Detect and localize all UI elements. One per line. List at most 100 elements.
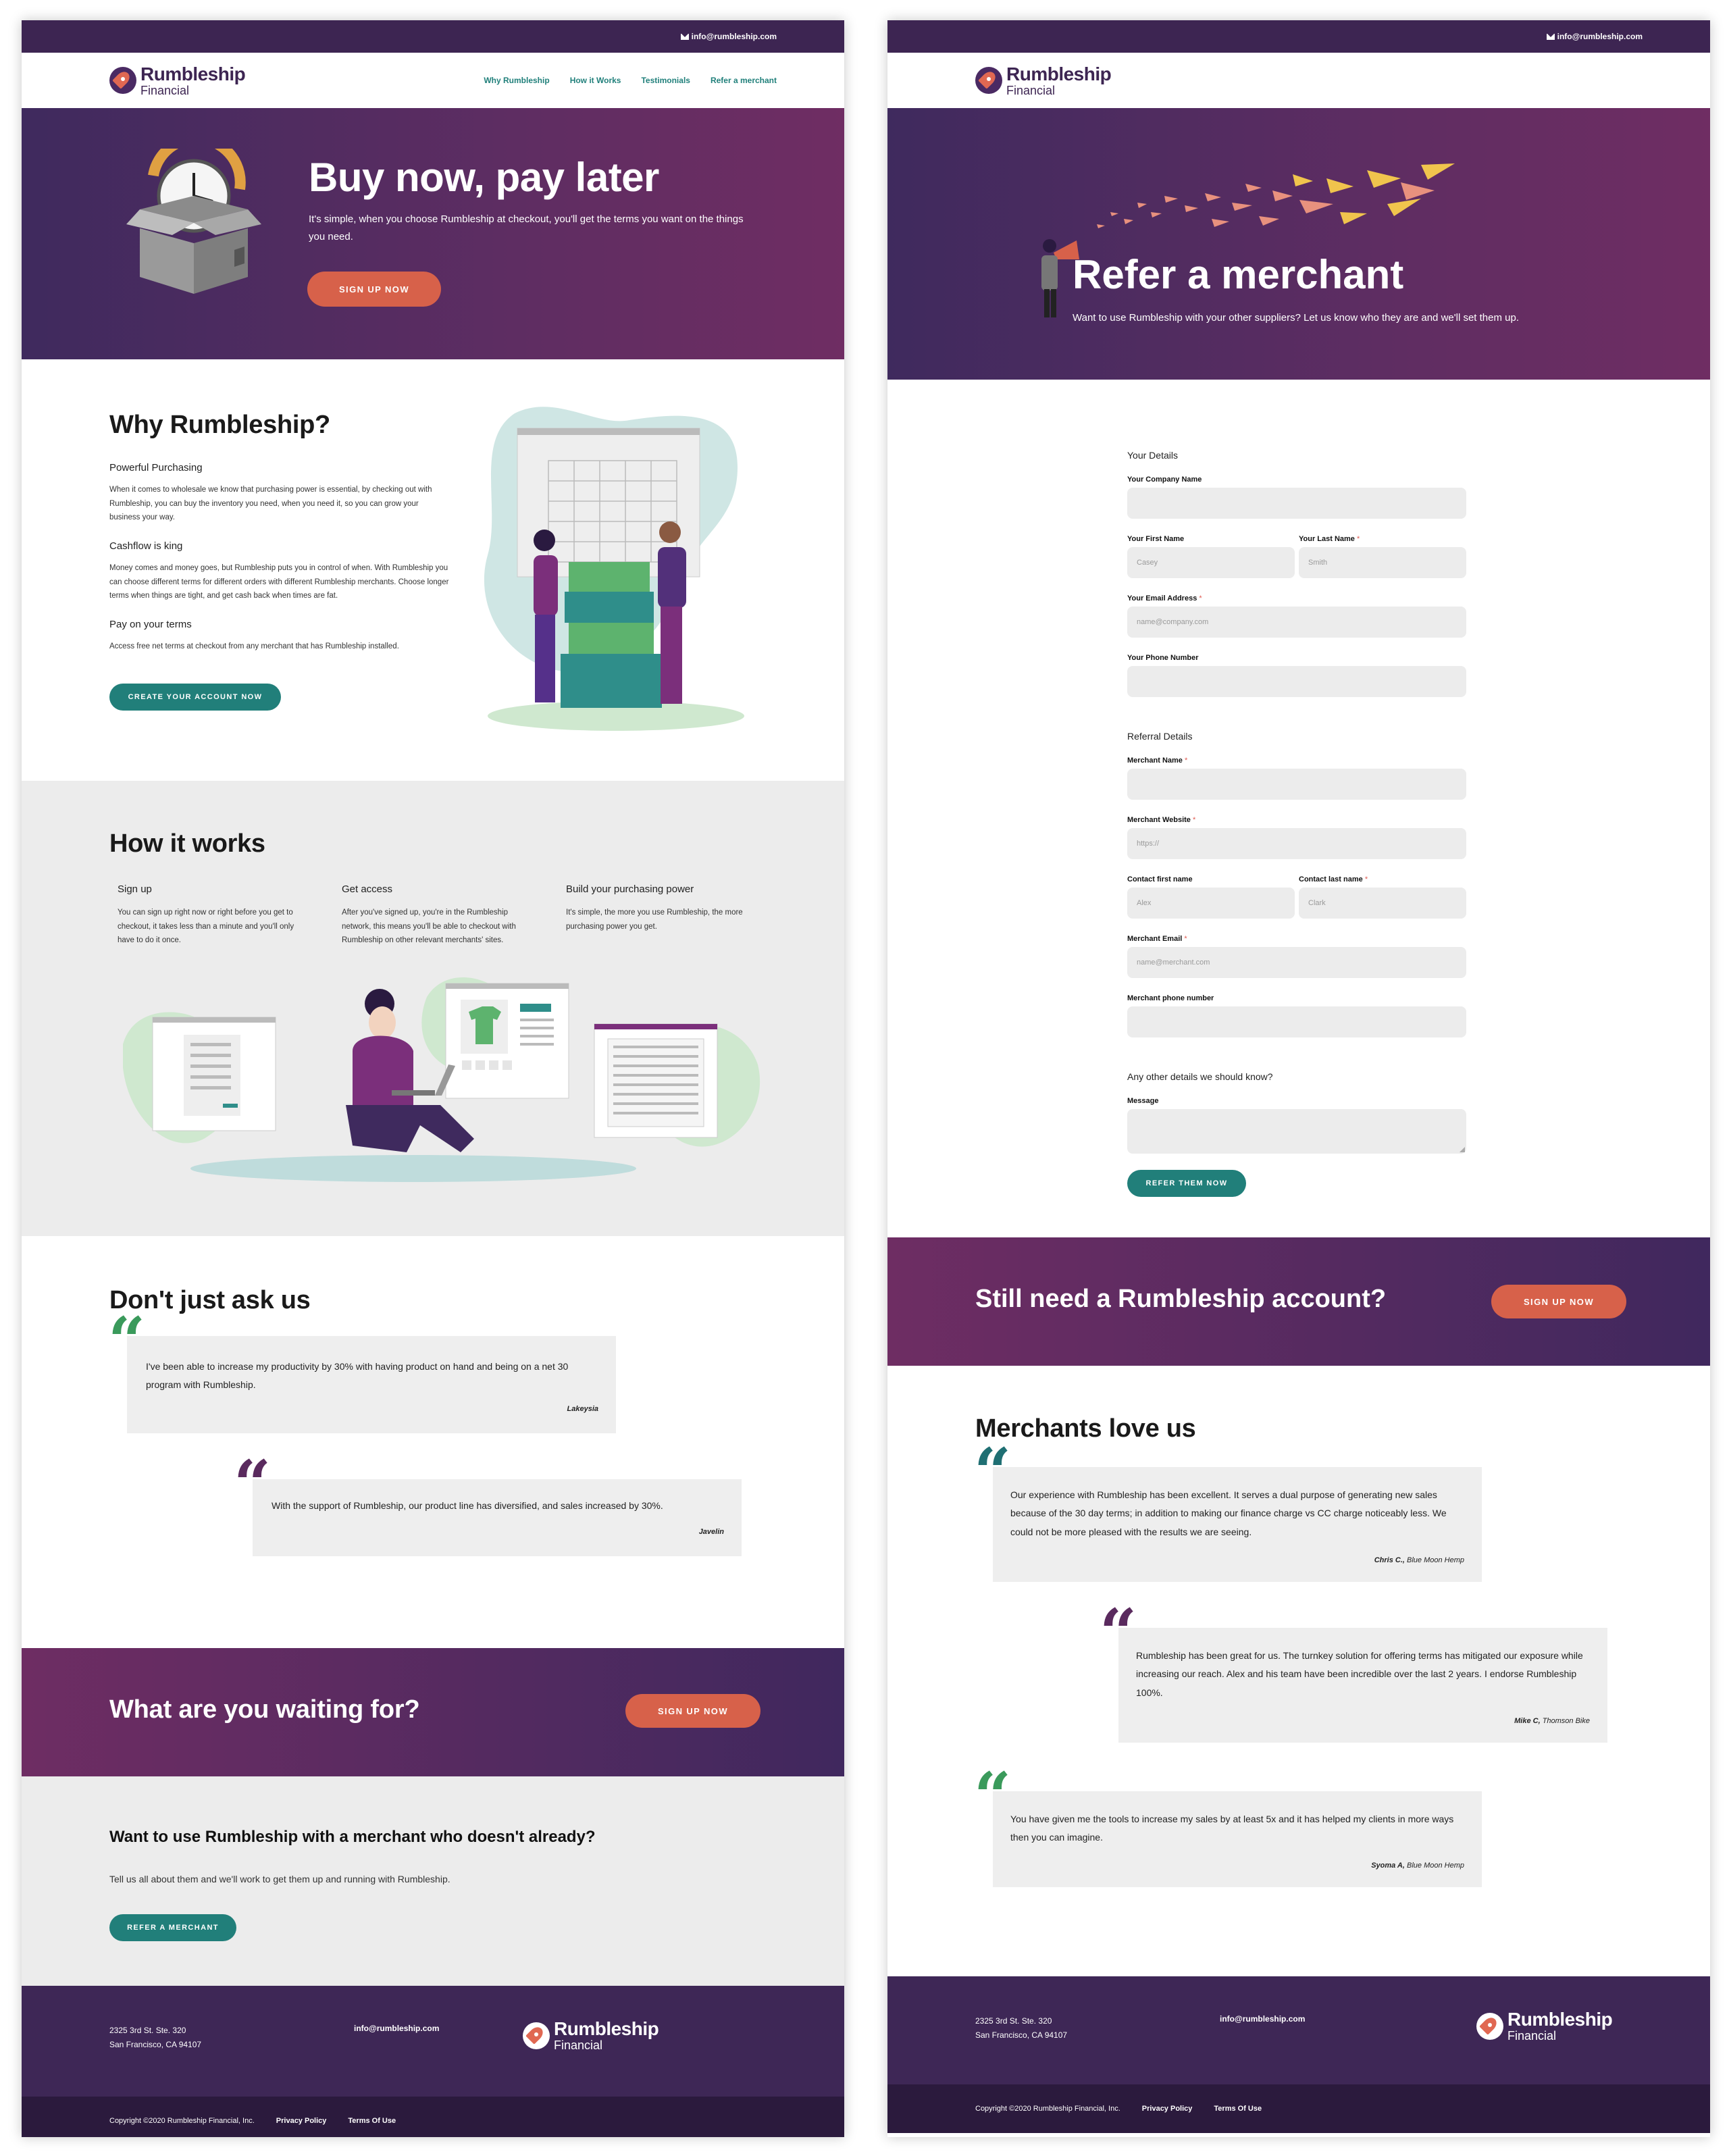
testimonial-author: Javelin	[698, 1528, 724, 1536]
rocket-logo-icon	[975, 67, 1002, 94]
footer-address-line: San Francisco, CA 94107	[109, 2040, 202, 2049]
still-signup-button[interactable]: SIGN UP NOW	[1491, 1285, 1626, 1318]
brand-sub: Financial	[140, 83, 190, 97]
footer-email-link[interactable]: info@rumbleship.com	[354, 2024, 439, 2033]
nav-why[interactable]: Why Rumbleship	[484, 76, 549, 85]
email-input[interactable]: name@company.com	[1127, 607, 1466, 638]
waiting-signup-button[interactable]: SIGN UP NOW	[625, 1694, 760, 1728]
top-bar: info@rumbleship.com	[22, 20, 844, 53]
merchant-testimonial-text: Our experience with Rumbleship has been …	[1010, 1489, 1447, 1537]
clock-box-illustration	[126, 149, 261, 294]
hero-signup-button[interactable]: SIGN UP NOW	[307, 272, 441, 307]
rocket-logo-icon	[109, 67, 136, 94]
nav-refer[interactable]: Refer a merchant	[711, 76, 777, 85]
brand-sub: Financial	[554, 2038, 603, 2052]
merchant-testimonial-card: “ You have given me the tools to increas…	[974, 1764, 1482, 1887]
merchant-name-input[interactable]	[1127, 769, 1466, 800]
brand-name: Rumbleship	[1507, 2009, 1613, 2030]
contact-last-input[interactable]: Clark	[1299, 888, 1466, 919]
legal-bar: Copyright ©2020 Rumbleship Financial, In…	[887, 2084, 1710, 2133]
privacy-link[interactable]: Privacy Policy	[276, 2117, 327, 2125]
merchant-phone-label: Merchant phone number	[1127, 994, 1214, 1002]
brand-sub: Financial	[1507, 2029, 1557, 2043]
hero-title: Buy now, pay later	[309, 155, 659, 200]
refer-them-button[interactable]: REFER THEM NOW	[1127, 1170, 1246, 1197]
brand-name: Rumbleship	[140, 63, 246, 84]
merchant-testimonial-card: “ Rumbleship has been great for us. The …	[1100, 1601, 1607, 1743]
other-details-heading: Any other details we should know?	[1127, 1071, 1273, 1082]
merchant-phone-input[interactable]	[1127, 1006, 1466, 1037]
testimonial-card: “ I've been able to increase my producti…	[108, 1309, 616, 1433]
privacy-link[interactable]: Privacy Policy	[1142, 2105, 1193, 2113]
last-name-input[interactable]: Smith	[1299, 547, 1466, 578]
main-nav: Rumbleship Financial Why Rumbleship How …	[22, 53, 844, 108]
quote-icon: “	[974, 1434, 1012, 1510]
how-step-text: After you've signed up, you're in the Ru…	[342, 908, 516, 945]
brand-logo[interactable]: Rumbleship Financial	[109, 63, 246, 97]
nav-how[interactable]: How it Works	[570, 76, 621, 85]
footer-address: 2325 3rd St. Ste. 320 San Francisco, CA …	[975, 2014, 1067, 2043]
why-item-text: When it comes to wholesale we know that …	[109, 486, 432, 522]
terms-link[interactable]: Terms Of Use	[1214, 2105, 1262, 2113]
copyright: Copyright ©2020 Rumbleship Financial, In…	[109, 2117, 255, 2125]
brand-logo[interactable]: Rumbleship Financial	[975, 64, 1112, 97]
refer-prompt-title: Want to use Rumbleship with a merchant w…	[109, 1828, 596, 1846]
company-label: Your Company Name	[1127, 476, 1202, 484]
how-section: How it works Sign up You can sign up rig…	[22, 781, 844, 1236]
why-item: Pay on your terms Access free net terms …	[109, 619, 450, 654]
copyright: Copyright ©2020 Rumbleship Financial, In…	[975, 2105, 1120, 2113]
merchant-website-input[interactable]: https://	[1127, 828, 1466, 859]
footer-address-line: 2325 3rd St. Ste. 320	[109, 2026, 186, 2035]
merchant-email-input[interactable]: name@merchant.com	[1127, 947, 1466, 978]
merchant-testimonial-text: You have given me the tools to increase …	[1010, 1814, 1454, 1843]
testimonial-author: Lakeysia	[567, 1405, 598, 1413]
your-details-heading: Your Details	[1127, 450, 1178, 461]
merchant-testimonial-card: “ Our experience with Rumbleship has bee…	[974, 1440, 1482, 1582]
footer-logo[interactable]: Rumbleship Financial	[1476, 2009, 1613, 2043]
why-title: Why Rumbleship?	[109, 411, 330, 439]
why-section: Why Rumbleship? Powerful Purchasing When…	[22, 359, 844, 781]
quote-icon: “	[974, 1758, 1012, 1834]
why-item-text: Access free net terms at checkout from a…	[109, 642, 399, 650]
how-step-text: It's simple, the more you use Rumbleship…	[566, 908, 743, 931]
top-bar: info@rumbleship.com	[887, 20, 1710, 53]
company-name-input[interactable]	[1127, 488, 1466, 519]
nav-testimonials[interactable]: Testimonials	[641, 76, 690, 85]
envelope-icon	[680, 33, 689, 40]
refer-subtitle: Want to use Rumbleship with your other s…	[1073, 312, 1519, 324]
how-step: Sign up You can sign up right now or rig…	[118, 883, 307, 948]
merchant-testimonial-text: Rumbleship has been great for us. The tu…	[1136, 1650, 1583, 1698]
create-account-button[interactable]: CREATE YOUR ACCOUNT NOW	[109, 684, 281, 711]
how-step: Build your purchasing power It's simple,…	[566, 883, 755, 933]
footer-email-link[interactable]: info@rumbleship.com	[1220, 2014, 1305, 2024]
rocket-logo-icon	[1476, 2012, 1503, 2040]
contact-first-input[interactable]: Alex	[1127, 888, 1295, 919]
home-page: info@rumbleship.com Rumbleship Financial…	[22, 20, 844, 2137]
waiting-cta-section: What are you waiting for? SIGN UP NOW	[22, 1648, 844, 1776]
merchant-testimonial-author: Chris C., Blue Moon Hemp	[1374, 1556, 1464, 1564]
website-label: Merchant Website *	[1127, 816, 1196, 824]
refer-merchant-button[interactable]: REFER A MERCHANT	[109, 1914, 236, 1941]
referral-form: Your Details Your Company Name Your Firs…	[887, 380, 1710, 1237]
footer-logo[interactable]: Rumbleship Financial	[523, 2020, 659, 2051]
message-label: Message	[1127, 1097, 1159, 1105]
how-title: How it works	[109, 829, 265, 858]
brand-sub: Financial	[1006, 83, 1056, 97]
quote-icon: “	[108, 1303, 146, 1379]
why-item: Cashflow is king Money comes and money g…	[109, 540, 450, 603]
resize-handle-icon[interactable]	[1460, 1147, 1465, 1152]
hero-section: Buy now, pay later It's simple, when you…	[22, 108, 844, 359]
phone-input[interactable]	[1127, 666, 1466, 697]
testimonial-text: With the support of Rumbleship, our prod…	[272, 1500, 663, 1511]
rocket-logo-icon	[523, 2022, 550, 2049]
first-name-input[interactable]: Casey	[1127, 547, 1295, 578]
quote-icon: “	[1100, 1595, 1137, 1671]
top-email-link[interactable]: info@rumbleship.com	[692, 32, 777, 41]
still-need-title: Still need a Rumbleship account?	[975, 1285, 1387, 1313]
terms-link[interactable]: Terms Of Use	[348, 2117, 396, 2125]
footer: 2325 3rd St. Ste. 320 San Francisco, CA …	[22, 1986, 844, 2097]
merchants-love-section: Merchants love us “ Our experience with …	[887, 1366, 1710, 1976]
message-textarea[interactable]	[1127, 1109, 1466, 1154]
why-item: Powerful Purchasing When it comes to who…	[109, 462, 450, 525]
top-email-link[interactable]: info@rumbleship.com	[1557, 32, 1643, 41]
